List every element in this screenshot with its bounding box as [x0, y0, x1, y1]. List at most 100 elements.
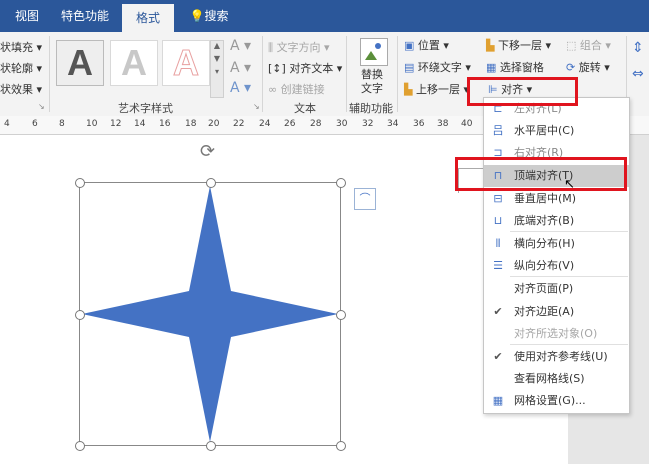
search-label: 搜索 — [204, 9, 229, 23]
tab-format[interactable]: 格式 — [122, 4, 174, 32]
ruler-tick-label: 26 — [284, 119, 296, 129]
bring-forward-button[interactable]: ▙ 上移一层 ▾ — [404, 81, 469, 97]
align-menu-item[interactable]: 对齐页面(P) — [484, 278, 629, 300]
align-menu-item-label: 底端对齐(B) — [514, 214, 575, 227]
resize-handle[interactable] — [336, 441, 346, 451]
size-width-icon[interactable]: ⇔ — [632, 66, 644, 82]
align-menu-item[interactable]: ⊟ 垂直居中(M) — [484, 188, 629, 210]
separator — [49, 36, 50, 112]
align-menu-item-label: 对齐所选对象(O) — [514, 327, 598, 340]
send-backward-icon: ▙ — [486, 39, 495, 52]
wrap-text-icon: ▤ — [404, 61, 415, 74]
resize-handle[interactable] — [75, 310, 85, 320]
align-menu-item[interactable]: ✔ 使用对齐参考线(U) — [484, 346, 629, 368]
ruler-tick-label: 4 — [4, 119, 10, 129]
tab-view[interactable]: 视图 — [8, 0, 46, 32]
menu-separator — [510, 231, 628, 232]
distribute-vertical-icon: ☰ — [493, 259, 503, 272]
align-menu-item[interactable]: 查看网格线(S) — [484, 368, 629, 390]
wrap-text-button[interactable]: ▤ 环绕文字 ▾ — [404, 59, 471, 75]
menu-separator — [510, 276, 628, 277]
resize-handle[interactable] — [75, 441, 85, 451]
align-menu-item[interactable]: 对齐所选对象(O) — [484, 323, 629, 345]
text-direction-button[interactable]: ⫼ 文字方向 ▾ — [268, 39, 330, 55]
selection-pane-button[interactable]: ▦ 选择窗格 — [486, 59, 544, 75]
align-menu-item[interactable]: ▦ 网格设置(G)... — [484, 390, 629, 412]
gallery-scroller[interactable]: ▲ ▼ ▾ — [210, 40, 224, 98]
resize-handle[interactable] — [206, 441, 216, 451]
wordart-style-dark[interactable]: A — [56, 40, 104, 86]
position-icon: ▣ — [404, 39, 415, 52]
align-menu-item[interactable]: ☰ 纵向分布(V) — [484, 255, 629, 277]
align-menu-item-label: 纵向分布(V) — [514, 259, 575, 272]
wordart-group-label: 艺术字样式 — [118, 102, 173, 115]
highlight-box-top-align — [455, 157, 627, 191]
tab-special-features[interactable]: 特色功能 — [56, 0, 114, 32]
align-menu-item-label: 横向分布(H) — [514, 237, 575, 250]
rotate-button[interactable]: ⟳ 旋转 ▾ — [566, 59, 610, 75]
menu-overlap-spacer — [490, 104, 502, 112]
align-menu-item-label: 网格设置(G)... — [514, 394, 586, 407]
ruler-tick-label: 8 — [59, 119, 65, 129]
resize-handle[interactable] — [75, 178, 85, 188]
ribbon-tab-bar: 视图 特色功能 格式 💡搜索 — [0, 0, 649, 32]
alt-text-icon — [360, 38, 388, 66]
grid-icon: ▦ — [492, 394, 504, 407]
highlight-box-align-button — [467, 77, 578, 106]
dialog-launcher-icon[interactable]: ↘ — [253, 102, 260, 111]
rotate-handle-icon[interactable]: ⟳ — [200, 141, 215, 162]
tell-me-search[interactable]: 💡搜索 — [184, 0, 234, 32]
align-text-icon: [↕] — [268, 62, 286, 75]
lightbulb-icon: 💡 — [189, 9, 205, 23]
ruler-tick-label: 30 — [336, 119, 348, 129]
shape-fill-button[interactable]: 状填充 ▾ — [0, 39, 42, 55]
layout-options-icon[interactable]: ⌒ — [354, 188, 376, 210]
group-icon: ⬚ — [566, 39, 577, 52]
resize-handle[interactable] — [206, 178, 216, 188]
ruler-tick-label: 18 — [185, 119, 197, 129]
align-menu-item[interactable]: ✔ 对齐边距(A) — [484, 301, 629, 323]
align-middle-icon: ⊟ — [493, 192, 503, 205]
ruler-tick-label: 14 — [134, 119, 146, 129]
align-menu-item[interactable]: ⊔ 底端对齐(B) — [484, 210, 629, 232]
ruler-tick-label: 6 — [32, 119, 38, 129]
group-button[interactable]: ⬚ 组合 ▾ — [566, 37, 611, 53]
resize-handle[interactable] — [336, 178, 346, 188]
ruler-tick-label: 20 — [208, 119, 220, 129]
four-point-star-shape[interactable] — [79, 182, 341, 446]
text-outline-icon[interactable]: A ▾ — [230, 60, 251, 76]
align-menu-item-label: 水平居中(C) — [514, 124, 575, 137]
text-effects-icon[interactable]: A ▾ — [230, 80, 251, 96]
size-height-icon[interactable]: ⇕ — [632, 40, 644, 56]
menu-separator — [510, 344, 628, 345]
wordart-style-outline[interactable]: A — [162, 40, 210, 86]
ruler-tick-label: 12 — [110, 119, 122, 129]
ruler-tick-label: 34 — [387, 119, 399, 129]
separator — [397, 36, 398, 112]
ruler-tick-label: 38 — [437, 119, 449, 129]
send-backward-button[interactable]: ▙ 下移一层 ▾ — [486, 37, 551, 53]
ruler-tick-label: 32 — [362, 119, 374, 129]
alt-text-button[interactable]: 替换 文字 — [361, 68, 383, 96]
ruler-tick-label: 36 — [413, 119, 425, 129]
ruler-tick-label: 40 — [461, 119, 473, 129]
align-menu-item[interactable]: 吕水平居中(C) — [484, 120, 629, 142]
text-group-label: 文本 — [294, 102, 316, 115]
text-fill-icon[interactable]: A ▾ — [230, 38, 251, 54]
position-button[interactable]: ▣ 位置 ▾ — [404, 37, 449, 53]
text-direction-icon: ⫼ — [268, 41, 274, 54]
shape-effects-button[interactable]: 状效果 ▾ — [0, 81, 42, 97]
align-menu-item[interactable]: ⫴ 横向分布(H) — [484, 233, 629, 255]
separator — [346, 36, 347, 112]
wordart-style-gray[interactable]: A — [110, 40, 158, 86]
shape-outline-button[interactable]: 状轮廓 ▾ — [0, 60, 42, 76]
separator — [262, 36, 263, 112]
create-link-button[interactable]: ∞ 创建链接 — [268, 81, 325, 97]
distribute-horizontal-icon: ⫴ — [495, 237, 501, 250]
resize-handle[interactable] — [336, 310, 346, 320]
align-menu-item-label: 对齐边距(A) — [514, 305, 575, 318]
align-menu-item-label: 使用对齐参考线(U) — [514, 350, 608, 363]
dialog-launcher-icon[interactable]: ↘ — [38, 102, 45, 111]
align-text-button[interactable]: [↕] 对齐文本 ▾ — [268, 60, 342, 76]
bring-forward-icon: ▙ — [404, 83, 413, 96]
